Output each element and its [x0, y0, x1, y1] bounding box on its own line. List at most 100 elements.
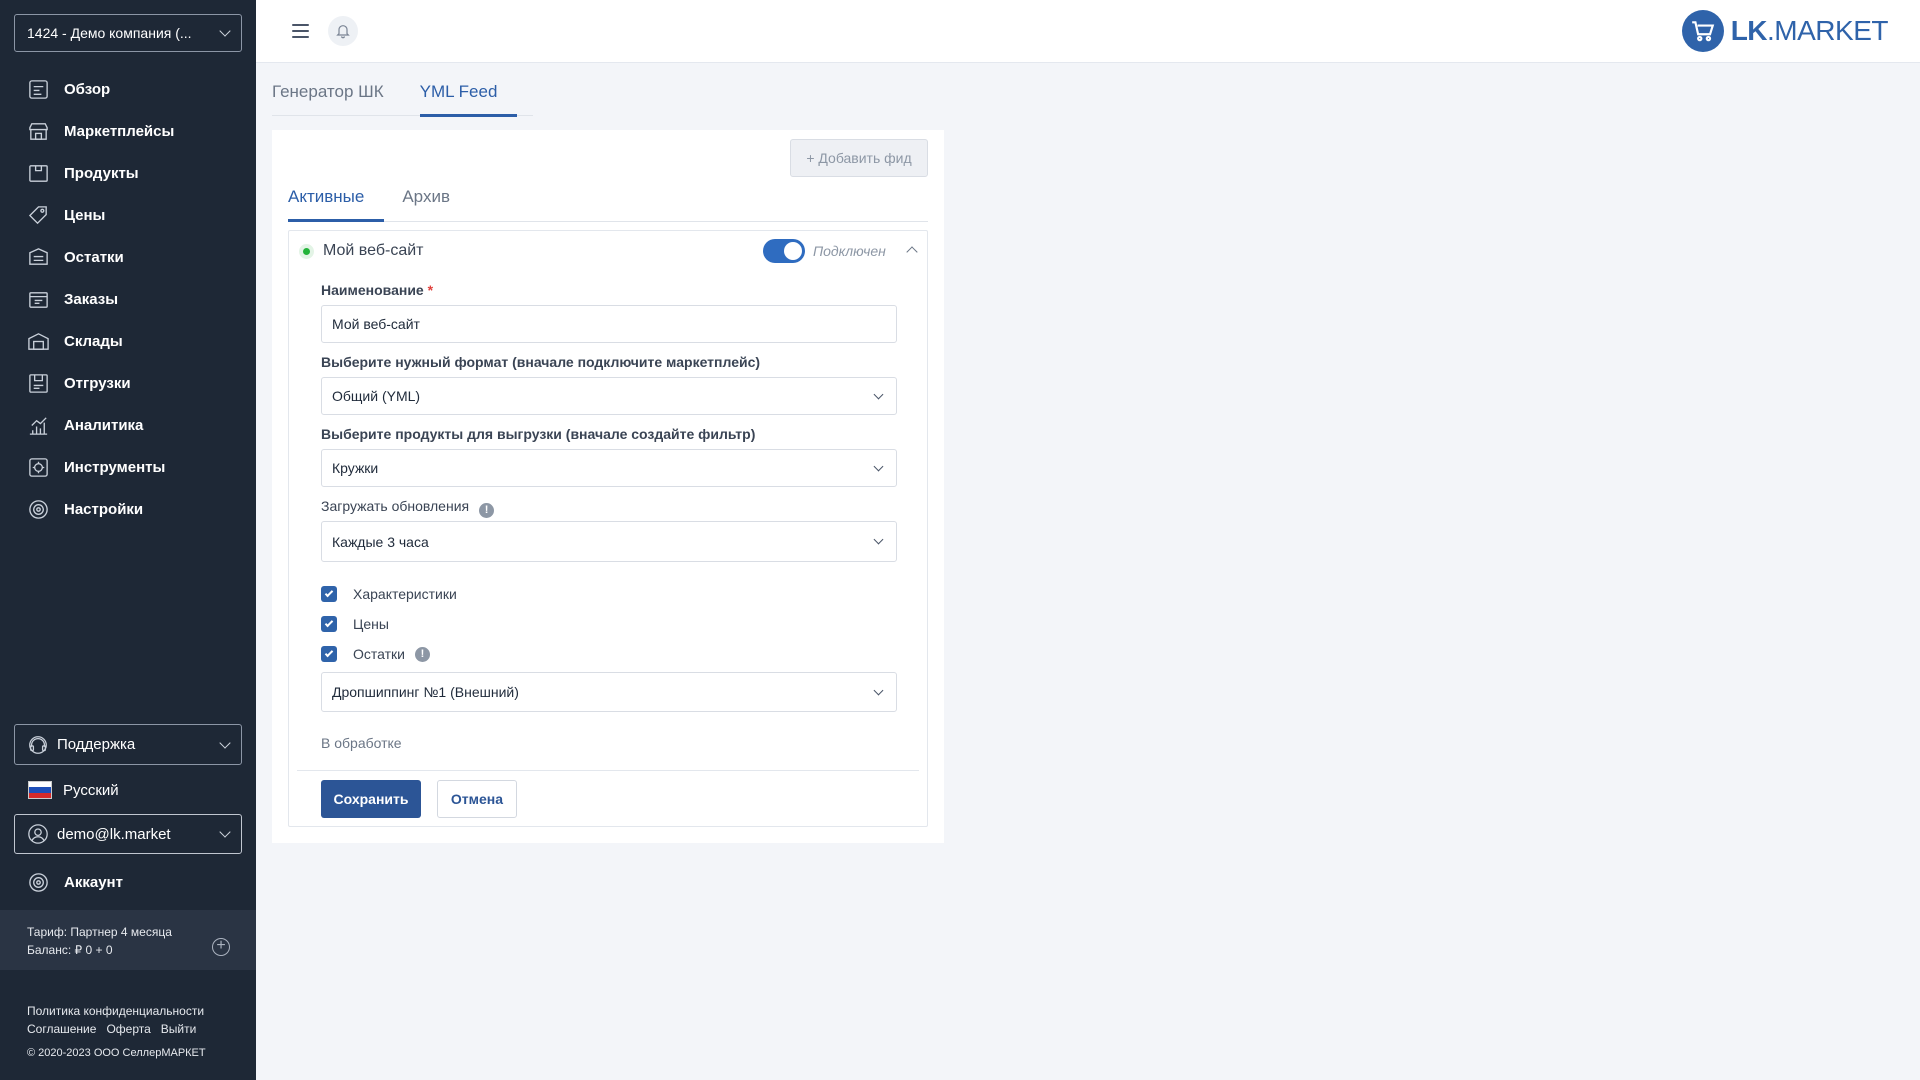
tools-icon	[27, 456, 50, 479]
sidebar-item-label: Отгрузки	[64, 374, 131, 392]
sidebar-item-account[interactable]: Аккаунт	[0, 862, 256, 902]
sidebar-item-overview[interactable]: Обзор	[0, 68, 256, 110]
sidebar-item-prices[interactable]: Цены	[0, 194, 256, 236]
checkbox-checked-icon	[321, 646, 337, 662]
chevron-down-icon	[873, 389, 884, 399]
stock-icon	[27, 246, 50, 269]
logo-text-rest: .MARKET	[1767, 15, 1888, 46]
format-select[interactable]: Общий (YML)	[321, 377, 897, 415]
orders-icon	[27, 288, 50, 311]
feed-title: Мой веб-сайт	[323, 242, 424, 259]
add-feed-button[interactable]: + Добавить фид	[790, 139, 928, 177]
chevron-down-icon	[219, 826, 231, 838]
shipments-icon	[27, 372, 50, 395]
divider	[297, 770, 919, 771]
name-input[interactable]: Мой веб-сайт	[321, 305, 897, 343]
overview-icon	[27, 78, 50, 101]
account-label: Аккаунт	[64, 873, 123, 891]
warehouse-select-value: Дропшиппинг №1 (Внешний)	[332, 684, 519, 700]
updates-select[interactable]: Каждые 3 часа	[321, 521, 897, 562]
tariff-panel: Тариф: Партнер 4 месяца Баланс: ₽ 0 + 0 …	[0, 910, 256, 970]
account-icon	[29, 872, 48, 892]
copyright: © 2020-2023 ООО СеллерМАРКЕТ	[27, 1047, 206, 1059]
chevron-down-icon	[873, 461, 884, 471]
connected-toggle[interactable]	[763, 239, 805, 263]
analytics-icon	[27, 414, 50, 437]
add-balance-icon[interactable]: +	[212, 938, 230, 956]
menu-icon[interactable]	[292, 24, 309, 38]
support-select[interactable]: Поддержка	[14, 724, 242, 765]
checkbox-label: Характеристики	[353, 586, 457, 602]
agreement-link[interactable]: Соглашение	[27, 1022, 96, 1036]
checkbox-checked-icon	[321, 616, 337, 632]
checkbox-label: Остатки	[353, 646, 405, 662]
company-select-label: 1424 - Демо компания (...	[27, 25, 192, 41]
sidebar-item-products[interactable]: Продукты	[0, 152, 256, 194]
save-button[interactable]: Сохранить	[321, 780, 421, 818]
sidebar-item-shipments[interactable]: Отгрузки	[0, 362, 256, 404]
sidebar-item-orders[interactable]: Заказы	[0, 278, 256, 320]
warehouse-select[interactable]: Дропшиппинг №1 (Внешний)	[321, 672, 897, 712]
feed-panel: Мой веб-сайт Подключен Наименование * Мо…	[288, 230, 928, 827]
sidebar-item-tools[interactable]: Инструменты	[0, 446, 256, 488]
language-selector[interactable]: Русский	[28, 778, 119, 802]
name-input-value: Мой веб-сайт	[332, 316, 420, 332]
sidebar: 1424 - Демо компания (... Обзор Маркетпл…	[0, 0, 256, 1080]
chevron-down-icon	[873, 534, 884, 545]
sidebar-item-label: Аналитика	[64, 416, 144, 434]
sidebar-item-label: Инструменты	[64, 458, 166, 476]
tab-yml-feed[interactable]: YML Feed	[419, 70, 518, 117]
products-select[interactable]: Кружки	[321, 449, 897, 487]
products-label: Выберите продукты для выгрузки (вначале …	[321, 426, 756, 442]
user-select[interactable]: demo@lk.market	[14, 814, 242, 854]
russian-flag-icon	[28, 781, 52, 799]
settings-icon	[27, 498, 50, 521]
bell-icon[interactable]	[328, 16, 358, 46]
language-label: Русский	[63, 781, 119, 799]
chevron-up-icon[interactable]	[906, 246, 918, 258]
cancel-button[interactable]: Отмена	[437, 780, 517, 818]
checkbox-stock[interactable]: Остатки !	[321, 644, 430, 664]
chevron-down-icon	[219, 736, 231, 749]
sidebar-item-label: Обзор	[64, 80, 111, 98]
privacy-link[interactable]: Политика конфиденциальности	[27, 1004, 204, 1018]
updates-label: Загружать обновления!	[321, 498, 495, 518]
sidebar-item-analytics[interactable]: Аналитика	[0, 404, 256, 446]
tab-archive[interactable]: Архив	[402, 180, 454, 221]
chevron-down-icon	[873, 685, 884, 695]
top-header: LK.MARKET	[256, 0, 1920, 63]
format-label: Выберите нужный формат (вначале подключи…	[321, 354, 761, 370]
chevron-down-icon	[219, 25, 231, 37]
sidebar-item-settings[interactable]: Настройки	[0, 488, 256, 530]
user-email: demo@lk.market	[57, 825, 171, 843]
tab-active[interactable]: Активные	[288, 180, 385, 222]
checkbox-prices[interactable]: Цены	[321, 614, 389, 634]
footer-links: Политика конфиденциальности Соглашение Оф…	[27, 1002, 214, 1038]
sidebar-nav: Обзор Маркетплейсы Продукты Цены Остатки	[0, 68, 256, 530]
status-dot-icon	[299, 244, 314, 259]
tab-barcode-generator[interactable]: Генератор ШК	[272, 70, 384, 116]
info-icon: !	[414, 646, 430, 662]
sidebar-item-label: Настройки	[64, 500, 144, 518]
feed-header[interactable]: Мой веб-сайт Подключен	[289, 231, 927, 271]
logo[interactable]: LK.MARKET	[1681, 10, 1888, 52]
warehouses-icon	[27, 330, 50, 353]
processing-status: В обработке	[321, 735, 402, 751]
sidebar-item-label: Остатки	[64, 248, 124, 266]
support-icon	[29, 735, 47, 754]
name-label: Наименование *	[321, 282, 434, 298]
offer-link[interactable]: Оферта	[106, 1022, 150, 1036]
sidebar-item-label: Маркетплейсы	[64, 122, 175, 140]
sidebar-item-marketplaces[interactable]: Маркетплейсы	[0, 110, 256, 152]
checkbox-characteristics[interactable]: Характеристики	[321, 584, 457, 604]
sidebar-item-label: Продукты	[64, 164, 139, 182]
cart-logo-icon	[1681, 10, 1724, 52]
sidebar-item-warehouses[interactable]: Склады	[0, 320, 256, 362]
updates-select-value: Каждые 3 часа	[332, 533, 429, 550]
logo-text-bold: LK	[1730, 15, 1768, 46]
products-select-value: Кружки	[332, 460, 379, 476]
company-select[interactable]: 1424 - Демо компания (...	[14, 14, 242, 52]
checkbox-label: Цены	[353, 616, 389, 632]
sidebar-item-stock[interactable]: Остатки	[0, 236, 256, 278]
logout-link[interactable]: Выйти	[161, 1022, 197, 1036]
